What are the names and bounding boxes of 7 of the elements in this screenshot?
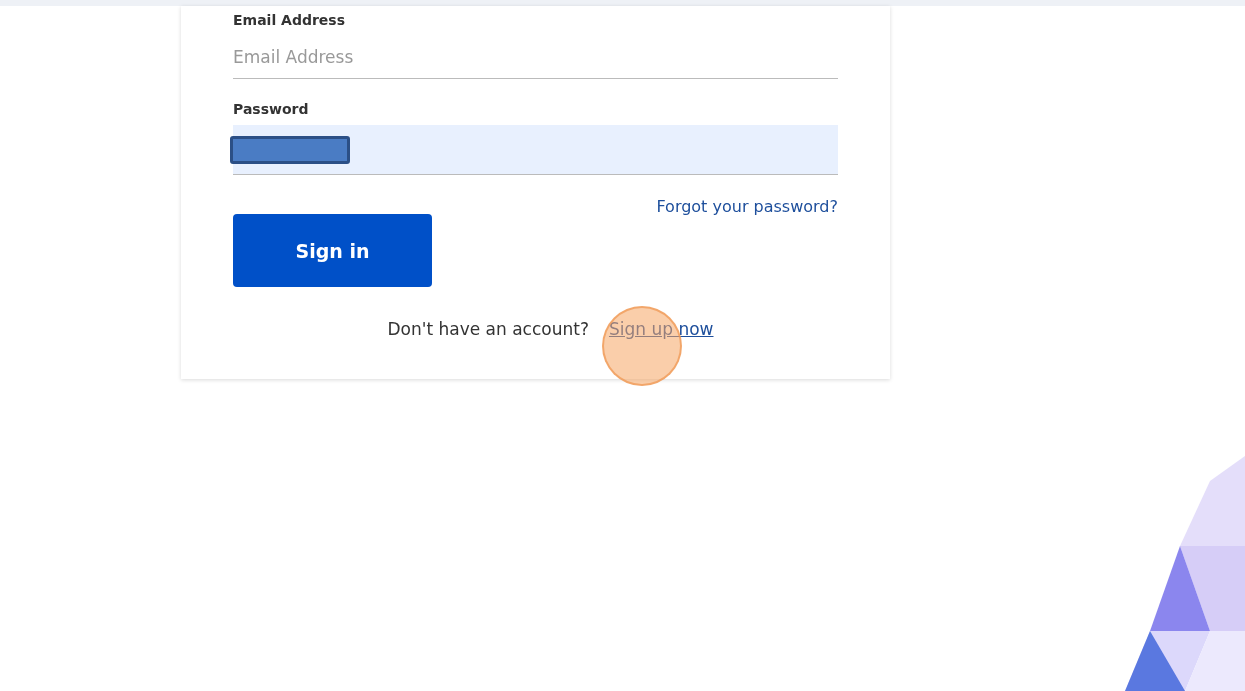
forgot-password-link[interactable]: Forgot your password? <box>656 197 838 216</box>
sign-in-button[interactable]: Sign in <box>233 214 432 287</box>
field-label: Email Address <box>233 12 345 28</box>
password-field[interactable] <box>233 125 838 175</box>
signup-prompt: Don't have an account? <box>387 319 589 339</box>
email-field[interactable]: Email Address <box>233 36 838 79</box>
field-label: Password <box>233 101 309 117</box>
